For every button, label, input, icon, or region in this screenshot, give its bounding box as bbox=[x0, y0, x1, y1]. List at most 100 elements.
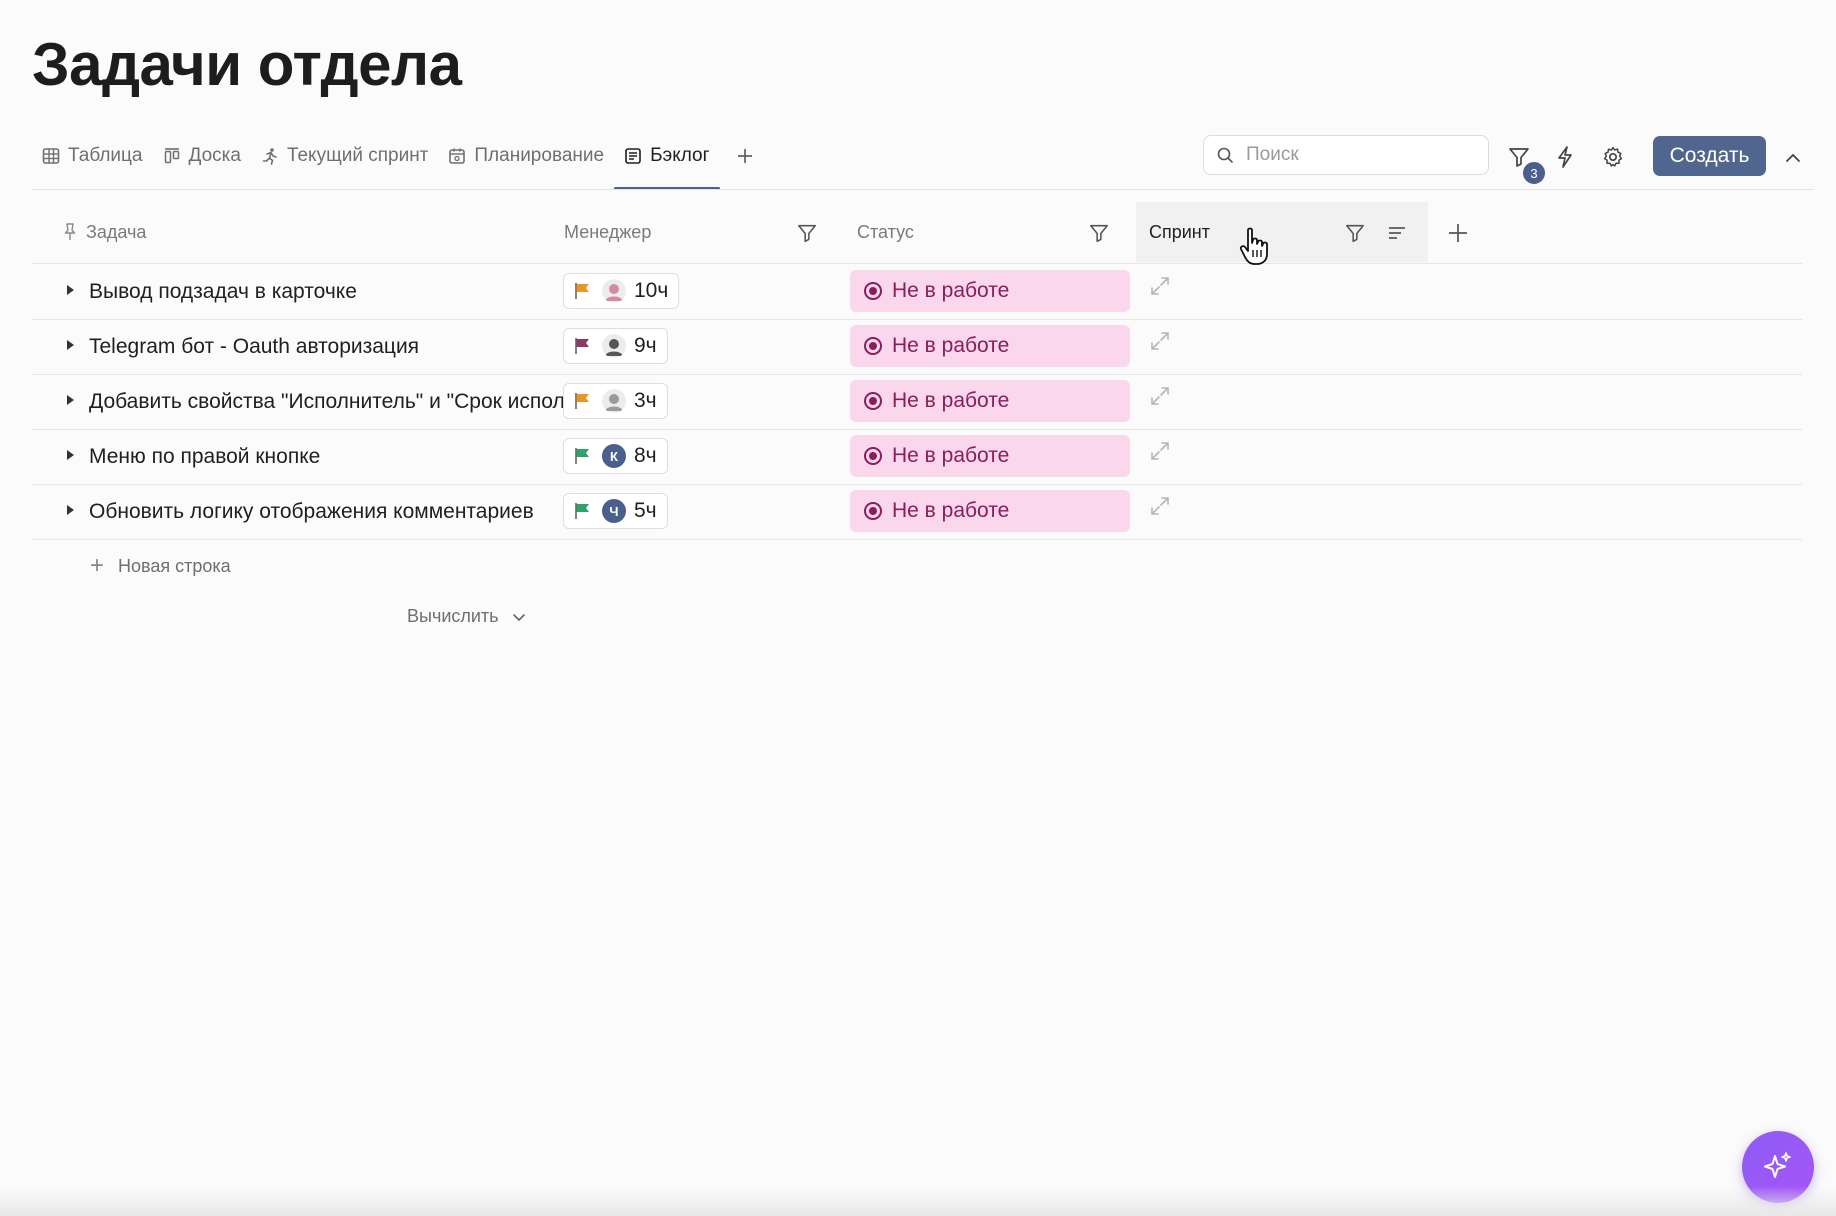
status-dot-icon bbox=[864, 447, 882, 465]
view-tabs: Таблица Доска Текущий спринт Планировани… bbox=[32, 136, 762, 190]
column-status-header[interactable]: Статус bbox=[857, 202, 914, 262]
expand-arrow-icon[interactable] bbox=[62, 447, 78, 463]
avatar-letter: К bbox=[610, 448, 618, 464]
search-input[interactable] bbox=[1244, 143, 1468, 167]
estimate-hours: 8ч bbox=[634, 444, 657, 467]
column-label: Статус bbox=[857, 221, 914, 242]
tab-current-sprint[interactable]: Текущий спринт bbox=[251, 136, 438, 176]
status-badge[interactable]: Не в работе bbox=[850, 325, 1130, 367]
expand-arrow-icon[interactable] bbox=[62, 392, 78, 408]
tab-table[interactable]: Таблица bbox=[32, 136, 153, 176]
task-title[interactable]: Обновить логику отображения комментариев bbox=[89, 484, 581, 539]
task-title[interactable]: Меню по правой кнопке bbox=[89, 429, 581, 484]
status-dot-icon bbox=[864, 337, 882, 355]
calendar-icon bbox=[449, 148, 466, 164]
tab-label: Текущий спринт bbox=[286, 145, 429, 166]
status-label: Не в работе bbox=[892, 499, 1010, 522]
board-icon bbox=[164, 148, 179, 164]
tab-planning[interactable]: Планирование bbox=[438, 136, 614, 176]
task-title[interactable]: Добавить свойства "Исполнитель" и "Срок … bbox=[89, 374, 581, 429]
table-row[interactable]: Обновить логику отображения комментариев… bbox=[32, 484, 1802, 540]
status-badge[interactable]: Не в работе bbox=[850, 270, 1130, 312]
lightning-icon bbox=[1558, 146, 1572, 168]
calculate-label: Вычислить bbox=[407, 606, 499, 626]
task-title[interactable]: Telegram бот - Oauth авторизация bbox=[89, 319, 581, 374]
table-row[interactable]: Добавить свойства "Исполнитель" и "Срок … bbox=[32, 374, 1802, 430]
estimate-hours: 10ч bbox=[634, 279, 669, 302]
expand-arrows-icon[interactable] bbox=[1148, 384, 1172, 408]
column-sprint-header[interactable]: Спринт bbox=[1149, 202, 1210, 262]
tab-label: Бэклог bbox=[650, 145, 710, 166]
column-label: Менеджер bbox=[564, 221, 652, 242]
expand-arrows-icon[interactable] bbox=[1148, 494, 1172, 518]
column-label: Задача bbox=[86, 221, 147, 242]
table-row[interactable]: Telegram бот - Oauth авторизация 9ч Не в р… bbox=[32, 319, 1802, 375]
sprint-filter-button[interactable] bbox=[1342, 220, 1368, 246]
page-title: Задачи отдела bbox=[32, 31, 462, 98]
priority-flag-icon bbox=[575, 448, 589, 464]
status-label: Не в работе bbox=[892, 444, 1010, 467]
sparkle-icon bbox=[1764, 1152, 1791, 1178]
status-dot-icon bbox=[864, 502, 882, 520]
table-row[interactable]: Вывод подзадач в карточке 10ч Не в работе bbox=[32, 264, 1802, 320]
sprint-sort-button[interactable] bbox=[1384, 220, 1410, 246]
manager-chip[interactable]: 3ч bbox=[563, 383, 668, 419]
status-badge[interactable]: Не в работе bbox=[850, 435, 1130, 477]
priority-flag-icon bbox=[575, 283, 589, 299]
expand-arrows-icon[interactable] bbox=[1148, 274, 1172, 298]
plus-icon bbox=[737, 149, 752, 163]
priority-flag-icon bbox=[575, 338, 589, 354]
table-icon bbox=[42, 148, 60, 164]
new-row-button[interactable]: + Новая строка bbox=[90, 552, 231, 580]
expand-arrow-icon[interactable] bbox=[62, 502, 78, 518]
calculate-dropdown[interactable]: Вычислить bbox=[407, 606, 527, 627]
collapse-button[interactable] bbox=[1778, 143, 1808, 173]
table-row[interactable]: Меню по правой кнопке К 8ч Не в работе bbox=[32, 429, 1802, 485]
tab-backlog[interactable]: Бэклог bbox=[614, 136, 720, 190]
manager-chip[interactable]: Ч 5ч bbox=[563, 493, 668, 529]
status-dot-icon bbox=[864, 392, 882, 410]
expand-arrow-icon[interactable] bbox=[62, 282, 78, 298]
manager-filter-button[interactable] bbox=[794, 220, 820, 246]
backlog-icon bbox=[625, 148, 641, 164]
tab-label: Таблица bbox=[68, 145, 143, 166]
add-column-button[interactable] bbox=[1445, 220, 1471, 246]
avatar: Ч bbox=[602, 499, 626, 523]
settings-button[interactable] bbox=[1596, 140, 1630, 174]
filter-icon bbox=[797, 224, 817, 243]
running-icon bbox=[262, 148, 277, 165]
expand-arrows-icon[interactable] bbox=[1148, 439, 1172, 463]
expand-arrow-icon[interactable] bbox=[62, 337, 78, 353]
search-box[interactable] bbox=[1203, 135, 1489, 175]
avatar bbox=[602, 389, 626, 413]
manager-chip[interactable]: 9ч bbox=[563, 328, 668, 364]
filter-count-badge: 3 bbox=[1521, 160, 1547, 186]
tab-label: Доска bbox=[188, 145, 241, 166]
column-task-header[interactable]: Задача bbox=[62, 202, 146, 262]
tab-label: Планирование bbox=[474, 145, 605, 166]
status-badge[interactable]: Не в работе bbox=[850, 490, 1130, 532]
estimate-hours: 5ч bbox=[634, 499, 657, 522]
avatar bbox=[602, 279, 626, 303]
avatar: К bbox=[602, 444, 626, 468]
priority-flag-icon bbox=[575, 393, 589, 409]
tab-board[interactable]: Доска bbox=[153, 136, 251, 176]
bottom-shade bbox=[0, 1186, 1836, 1216]
column-label: Спринт bbox=[1149, 221, 1210, 242]
create-button[interactable]: Создать bbox=[1653, 136, 1766, 176]
status-label: Не в работе bbox=[892, 279, 1010, 302]
manager-chip[interactable]: К 8ч bbox=[563, 438, 668, 474]
expand-arrows-icon[interactable] bbox=[1148, 329, 1172, 353]
task-title[interactable]: Вывод подзадач в карточке bbox=[89, 264, 581, 319]
automation-button[interactable] bbox=[1548, 140, 1582, 174]
priority-flag-icon bbox=[575, 503, 589, 519]
add-view-button[interactable] bbox=[728, 136, 762, 176]
chevron-down-icon bbox=[512, 613, 525, 621]
manager-chip[interactable]: 10ч bbox=[563, 273, 680, 309]
new-row-label: Новая строка bbox=[118, 555, 231, 576]
status-filter-button[interactable] bbox=[1086, 220, 1112, 246]
search-icon bbox=[1217, 147, 1233, 163]
column-manager-header[interactable]: Менеджер bbox=[564, 202, 651, 262]
status-badge[interactable]: Не в работе bbox=[850, 380, 1130, 422]
status-label: Не в работе bbox=[892, 389, 1010, 412]
